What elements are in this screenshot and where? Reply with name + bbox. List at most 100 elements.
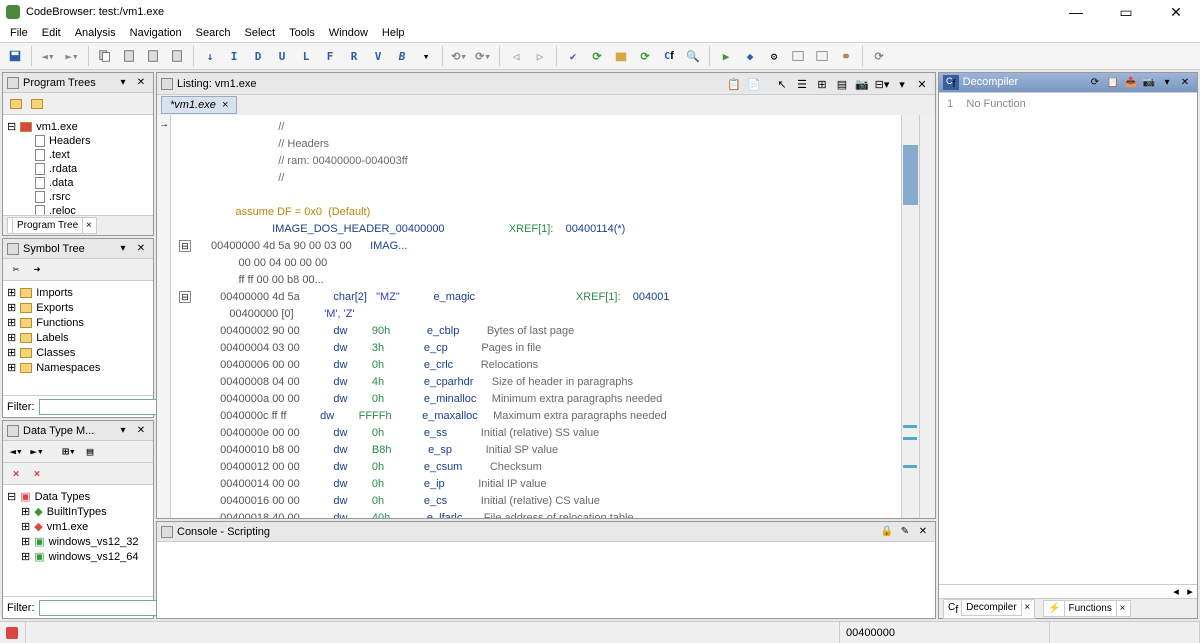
- tree-item[interactable]: .rsrc: [49, 191, 70, 203]
- export-icon[interactable]: 📤: [1123, 75, 1139, 91]
- undo-icon[interactable]: ⟲▾: [448, 45, 470, 67]
- panel-menu-icon[interactable]: ▾: [115, 423, 131, 439]
- cursor-icon[interactable]: ↖: [773, 75, 791, 93]
- edit-icon[interactable]: ✎: [897, 524, 913, 540]
- console-body[interactable]: [157, 542, 935, 618]
- clip1-icon[interactable]: [142, 45, 164, 67]
- tree-item[interactable]: Exports: [36, 302, 73, 314]
- menu-search[interactable]: Search: [190, 25, 237, 41]
- down-arrow-icon[interactable]: ↓: [199, 45, 221, 67]
- tab-functions[interactable]: ⚡ Functions ×: [1043, 600, 1130, 617]
- new-folder-icon[interactable]: [7, 95, 25, 113]
- layout3-icon[interactable]: ▤: [833, 75, 851, 93]
- decompiler-body[interactable]: 1 No Function: [939, 93, 1197, 584]
- tree-item[interactable]: windows_vs12_32: [49, 536, 139, 548]
- b-button[interactable]: B: [391, 45, 413, 67]
- refresh1-icon[interactable]: ⟳: [586, 45, 608, 67]
- tree-item[interactable]: Headers: [49, 135, 91, 147]
- tree-item[interactable]: Namespaces: [36, 362, 100, 374]
- u-button[interactable]: U: [271, 45, 293, 67]
- clip2-icon[interactable]: [166, 45, 188, 67]
- panel-menu-icon[interactable]: ▾: [115, 75, 131, 91]
- menu-window[interactable]: Window: [323, 25, 374, 41]
- next-icon[interactable]: ▷: [529, 45, 551, 67]
- program-tree[interactable]: ⊟vm1.exe Headers .text .rdata .data .rsr…: [3, 115, 153, 215]
- overview-ruler[interactable]: [901, 115, 919, 518]
- paste-icon[interactable]: [118, 45, 140, 67]
- panel-close-icon[interactable]: ✕: [133, 241, 149, 257]
- x2-icon[interactable]: ⨯: [28, 465, 46, 483]
- panel-close-icon[interactable]: ✕: [133, 423, 149, 439]
- package-icon[interactable]: [610, 45, 632, 67]
- i-button[interactable]: I: [223, 45, 245, 67]
- menu-icon[interactable]: ▾: [1159, 75, 1175, 91]
- gear-icon[interactable]: ⚙: [763, 45, 785, 67]
- tree-icon[interactable]: ⊞▾: [60, 443, 78, 461]
- close-icon[interactable]: ✕: [915, 524, 931, 540]
- symbol-tree[interactable]: ⊞Imports ⊞Exports ⊞Functions ⊞Labels ⊞Cl…: [3, 281, 153, 395]
- cf-icon[interactable]: Cf: [658, 45, 680, 67]
- panel2-icon[interactable]: [811, 45, 833, 67]
- prev-icon[interactable]: ◁: [505, 45, 527, 67]
- menu-tools[interactable]: Tools: [283, 25, 321, 41]
- lock-icon[interactable]: 🔒: [879, 524, 895, 540]
- cut-icon[interactable]: ✂: [7, 261, 25, 279]
- tree-item[interactable]: .rdata: [49, 163, 77, 175]
- tree-item[interactable]: windows_vs12_64: [49, 551, 139, 563]
- tree-root[interactable]: vm1.exe: [36, 121, 78, 133]
- r-button[interactable]: R: [343, 45, 365, 67]
- save-button[interactable]: [4, 45, 26, 67]
- search-icon[interactable]: 🔍: [682, 45, 704, 67]
- refresh3-icon[interactable]: ⟳: [868, 45, 890, 67]
- listing-body[interactable]: // // Headers // ram: 00400000-004003ff …: [171, 115, 901, 518]
- nav-ruler[interactable]: →: [157, 115, 171, 518]
- close-icon[interactable]: ✕: [913, 75, 931, 93]
- copy-icon[interactable]: 📋: [725, 75, 743, 93]
- layout1-icon[interactable]: ☰: [793, 75, 811, 93]
- data-type-tree[interactable]: ⊟▣Data Types ⊞◆BuiltInTypes ⊞◆vm1.exe ⊞▣…: [3, 485, 153, 596]
- menu-select[interactable]: Select: [239, 25, 282, 41]
- layout2-icon[interactable]: ⊞: [813, 75, 831, 93]
- tab-vm1[interactable]: *vm1.exe×: [161, 96, 237, 114]
- copy-icon[interactable]: 📋: [1105, 75, 1121, 91]
- refresh-icon[interactable]: ⟳: [1087, 75, 1103, 91]
- tree-item[interactable]: vm1.exe: [47, 521, 89, 533]
- snap-icon[interactable]: 📷: [1141, 75, 1157, 91]
- menu-analysis[interactable]: Analysis: [69, 25, 122, 41]
- l-button[interactable]: L: [295, 45, 317, 67]
- menu-help[interactable]: Help: [376, 25, 411, 41]
- d-button[interactable]: D: [247, 45, 269, 67]
- close-button[interactable]: ✕: [1158, 4, 1194, 21]
- back-button[interactable]: ◄▾: [37, 45, 59, 67]
- dropdown-icon[interactable]: ▾: [415, 45, 437, 67]
- minimize-button[interactable]: —: [1058, 4, 1094, 21]
- scrollbar[interactable]: [919, 115, 935, 518]
- copy-icon[interactable]: [94, 45, 116, 67]
- split-icon[interactable]: ⊟▾: [873, 75, 891, 93]
- tree-item[interactable]: .data: [49, 177, 73, 189]
- bookmark-icon[interactable]: ◆: [739, 45, 761, 67]
- camera-icon[interactable]: 📷: [853, 75, 871, 93]
- paste-icon[interactable]: 📄: [745, 75, 763, 93]
- menu-navigation[interactable]: Navigation: [124, 25, 188, 41]
- tree-item[interactable]: .reloc: [49, 205, 76, 215]
- open-folder-icon[interactable]: [28, 95, 46, 113]
- v-button[interactable]: V: [367, 45, 389, 67]
- refresh2-icon[interactable]: ⟳: [634, 45, 656, 67]
- f-button[interactable]: F: [319, 45, 341, 67]
- run-icon[interactable]: ▶: [715, 45, 737, 67]
- tree-item[interactable]: Imports: [36, 287, 73, 299]
- menu-edit[interactable]: Edit: [36, 25, 67, 41]
- tree-item[interactable]: BuiltInTypes: [47, 506, 107, 518]
- tab-decompiler[interactable]: Cf Decompiler ×: [943, 599, 1035, 619]
- tree-item[interactable]: Classes: [36, 347, 75, 359]
- x1-icon[interactable]: ⨯: [7, 465, 25, 483]
- filter-btn-icon[interactable]: ▤: [81, 443, 99, 461]
- tree-root[interactable]: Data Types: [35, 491, 90, 503]
- check-icon[interactable]: ✔: [562, 45, 584, 67]
- go-icon[interactable]: ➜: [28, 261, 46, 279]
- tab-close-icon[interactable]: ×: [222, 99, 228, 111]
- stop-icon[interactable]: [6, 627, 18, 639]
- close-icon[interactable]: ✕: [1177, 75, 1193, 91]
- tree-item[interactable]: .text: [49, 149, 70, 161]
